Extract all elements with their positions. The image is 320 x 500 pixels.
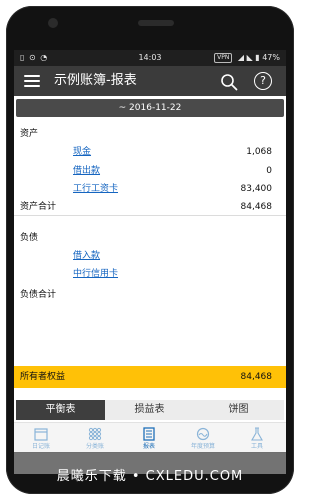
- assets-total-label: 资产合计: [20, 202, 57, 212]
- asset-value-loans-out: 0: [266, 166, 272, 176]
- owner-equity-label: 所有者权益: [20, 372, 66, 382]
- asset-value-cash: 1,068: [246, 147, 272, 157]
- signal-icons: ◢ ◣ ▮: [237, 53, 260, 62]
- asset-row-loans-out[interactable]: 借出款 0: [14, 163, 286, 179]
- calendar-icon: [34, 428, 48, 441]
- asset-link-cash[interactable]: 现金: [73, 144, 91, 160]
- date-range-button[interactable]: ~ 2016-11-22: [16, 99, 284, 117]
- report-icon: [143, 427, 155, 441]
- nav-report-label: 报表: [142, 443, 155, 450]
- date-range-bar: ~ 2016-11-22: [14, 96, 286, 118]
- app-title: 示例账簿-报表: [54, 73, 137, 88]
- assets-header: 资产: [20, 129, 39, 139]
- liability-link-credit-card[interactable]: 中行信用卡: [73, 266, 118, 282]
- assets-total-row: 资产合计 84,468: [14, 199, 286, 216]
- tab-income-statement[interactable]: 损益表: [105, 400, 194, 420]
- menu-icon[interactable]: [24, 75, 40, 87]
- liability-row-credit-card[interactable]: 中行信用卡: [14, 266, 286, 282]
- owner-equity-row: 所有者权益 84,468: [14, 366, 286, 388]
- asset-value-salary-card: 83,400: [240, 184, 273, 194]
- nav-tools-label: 工具: [250, 443, 263, 450]
- watermark-text: 晨曦乐下载 • CXLEDU.COM: [56, 469, 244, 484]
- asset-link-salary-card[interactable]: 工行工资卡: [73, 181, 118, 197]
- liabilities-header-row: 负债: [14, 230, 286, 246]
- nav-budget[interactable]: 年度预算: [176, 423, 230, 453]
- liabilities-total-label: 负债合计: [20, 290, 57, 300]
- nav-journal-label: 日记账: [31, 443, 50, 450]
- owner-equity-value: 84,468: [240, 372, 273, 382]
- status-right: VPN ◢ ◣ ▮ 47%: [214, 50, 280, 66]
- status-bar: ▯ ⊙ ◔ 14:03 VPN ◢ ◣ ▮ 47%: [14, 50, 286, 66]
- device-frame: ▯ ⊙ ◔ 14:03 VPN ◢ ◣ ▮ 47% 示例账簿-报表 ? ~ 20…: [0, 0, 300, 500]
- nav-ledger-label: 分类账: [85, 443, 104, 450]
- battery-percent: 47%: [262, 53, 280, 62]
- asset-row-cash[interactable]: 现金 1,068: [14, 144, 286, 160]
- earpiece-speaker: [138, 20, 174, 26]
- search-icon[interactable]: [220, 73, 238, 91]
- tab-pie-chart[interactable]: 饼图: [194, 400, 283, 420]
- nav-tools[interactable]: 工具: [230, 423, 284, 453]
- app-screen: ▯ ⊙ ◔ 14:03 VPN ◢ ◣ ▮ 47% 示例账簿-报表 ? ~ 20…: [14, 50, 286, 474]
- bottom-nav: 日记账 分类账 报表 年度预算 工具: [14, 422, 286, 453]
- assets-total-value: 84,468: [240, 202, 273, 212]
- asset-row-salary-card[interactable]: 工行工资卡 83,400: [14, 181, 286, 197]
- flask-icon: [251, 427, 263, 441]
- nav-ledger[interactable]: 分类账: [68, 423, 122, 453]
- liability-row-borrowed[interactable]: 借入款: [14, 248, 286, 264]
- front-camera: [48, 18, 58, 28]
- report-tabs: 平衡表 损益表 饼图: [16, 400, 284, 420]
- nav-budget-label: 年度预算: [190, 443, 215, 450]
- help-icon[interactable]: ?: [254, 72, 272, 90]
- grid-icon: [88, 427, 102, 441]
- nav-journal[interactable]: 日记账: [14, 423, 68, 453]
- liabilities-total-row: 负债合计: [14, 287, 286, 303]
- budget-gauge-icon: [196, 427, 210, 441]
- app-bar: 示例账簿-报表 ?: [14, 66, 286, 96]
- liability-link-borrowed[interactable]: 借入款: [73, 248, 100, 264]
- tab-balance-sheet[interactable]: 平衡表: [16, 400, 105, 420]
- assets-header-row: 资产: [14, 126, 286, 142]
- asset-link-loans-out[interactable]: 借出款: [73, 163, 100, 179]
- liabilities-header: 负债: [20, 233, 39, 243]
- nav-report[interactable]: 报表: [122, 423, 176, 453]
- vpn-badge: VPN: [214, 53, 233, 63]
